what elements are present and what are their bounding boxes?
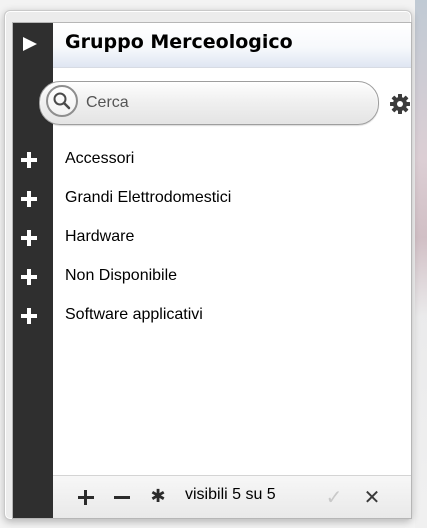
background-backdrop [415, 0, 427, 528]
plus-icon[interactable] [21, 308, 37, 324]
close-button[interactable]: ✕ [363, 487, 381, 507]
list-item[interactable]: Grandi Elettrodomestici [13, 183, 411, 222]
gear-icon[interactable] [389, 93, 411, 115]
list-item-label: Non Disponibile [65, 267, 178, 284]
visible-count-text: visibili 5 su 5 [185, 486, 276, 503]
list-item-label: Hardware [65, 228, 135, 245]
list-item-label: Accessori [65, 150, 135, 167]
panel-header: Gruppo Merceologico [53, 23, 411, 68]
magnifier-icon[interactable] [46, 85, 78, 117]
list-item[interactable]: Software applicativi [13, 300, 411, 339]
plus-icon[interactable] [21, 269, 37, 285]
list-item[interactable]: Accessori [13, 144, 411, 183]
panel-footer: ✱ visibili 5 su 5 ✓ ✕ [53, 475, 411, 518]
list-item[interactable]: Non Disponibile [13, 261, 411, 300]
panel-title: Gruppo Merceologico [65, 31, 293, 53]
remove-button[interactable] [113, 488, 131, 506]
plus-icon[interactable] [21, 152, 37, 168]
search-input[interactable] [86, 91, 356, 115]
search-box[interactable] [39, 81, 379, 125]
list-item-label: Software applicativi [65, 306, 203, 323]
group-list: Accessori Grandi Elettrodomestici Hardwa… [13, 144, 411, 339]
plus-icon[interactable] [21, 230, 37, 246]
list-item[interactable]: Hardware [13, 222, 411, 261]
add-button[interactable] [77, 488, 95, 506]
filter-panel: Gruppo Merceologico Cerca Accessori Gran… [12, 22, 412, 519]
play-triangle-icon[interactable] [23, 37, 37, 51]
select-all-button[interactable]: ✱ [149, 488, 167, 506]
confirm-button[interactable]: ✓ [325, 487, 343, 507]
list-item-label: Grandi Elettrodomestici [65, 189, 232, 206]
plus-icon[interactable] [21, 191, 37, 207]
